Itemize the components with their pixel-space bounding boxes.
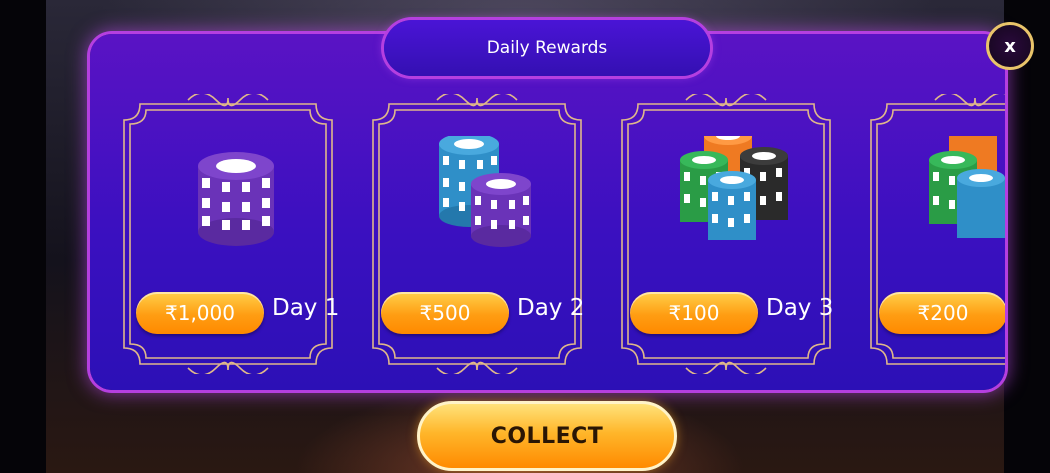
chip-stacks-mixed-icon: [680, 136, 788, 240]
left-letterbox: [0, 0, 46, 473]
chip-stack-purple-icon: [198, 152, 274, 246]
reward-amount-button[interactable]: ₹100: [630, 292, 758, 334]
rewards-panel: ₹1,000 Day 1 ₹500 Day 2 ₹100 Day 3 ₹200: [90, 34, 1005, 390]
reward-card-day-2[interactable]: ₹500 Day 2: [359, 94, 595, 374]
day-label: Day 2: [517, 295, 585, 321]
day-label: Day 1: [272, 295, 340, 321]
right-letterbox: [1004, 0, 1050, 473]
chip-stacks-orange-green-blue-icon: [929, 136, 1005, 238]
day-label: Day 3: [766, 295, 834, 321]
reward-card-day-1[interactable]: ₹1,000 Day 1: [110, 94, 346, 374]
reward-card-day-4[interactable]: ₹200: [857, 94, 1005, 374]
panel-title: Daily Rewards: [384, 20, 710, 76]
chip-stacks-blue-purple-icon: [439, 136, 531, 247]
close-icon: x: [1004, 35, 1016, 57]
reward-amount-button[interactable]: ₹1,000: [136, 292, 264, 334]
reward-card-day-3[interactable]: ₹100 Day 3: [608, 94, 844, 374]
close-button[interactable]: x: [986, 22, 1034, 70]
collect-button[interactable]: COLLECT: [417, 401, 677, 471]
reward-amount-button[interactable]: ₹500: [381, 292, 509, 334]
reward-amount-button[interactable]: ₹200: [879, 292, 1005, 334]
